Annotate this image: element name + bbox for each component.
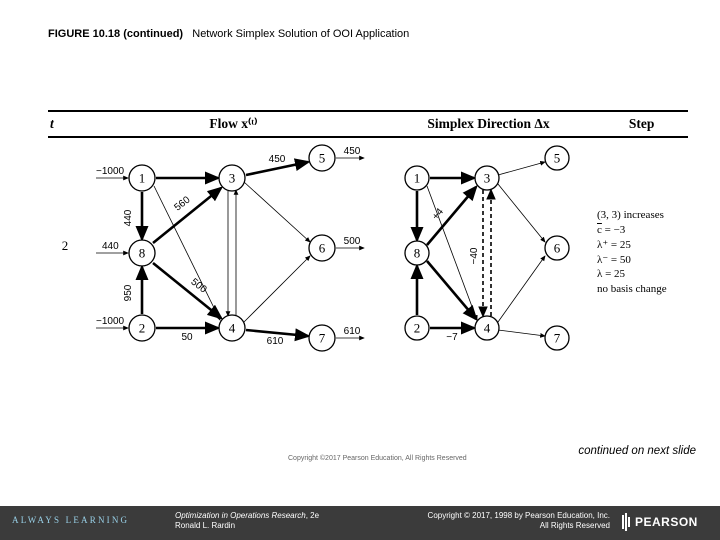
svg-text:−1000: −1000 <box>96 166 125 177</box>
col-t: t <box>48 112 85 137</box>
slide-footer: ALWAYS LEARNING Optimization in Operatio… <box>0 506 720 540</box>
svg-text:7: 7 <box>319 331 326 346</box>
step-lambda-minus: λ⁻ = 50 <box>597 253 688 268</box>
book-title: Optimization in Operations Research <box>175 511 306 520</box>
svg-text:3: 3 <box>229 171 236 186</box>
svg-text:610: 610 <box>344 326 361 337</box>
table-header-row: t Flow x⁽ᵗ⁾ Simplex Direction Δx Step <box>48 110 688 138</box>
step-nochange: no basis change <box>597 282 688 297</box>
svg-text:2: 2 <box>139 321 146 336</box>
figure-caption: Network Simplex Solution of OOI Applicat… <box>192 28 409 40</box>
svg-text:1: 1 <box>139 171 146 186</box>
book-credit: Optimization in Operations Research, 2e … <box>175 511 319 532</box>
svg-text:6: 6 <box>319 241 326 256</box>
svg-text:450: 450 <box>269 154 286 165</box>
step-lambda-plus: λ⁺ = 25 <box>597 238 688 253</box>
logo-bar-icon <box>628 517 630 527</box>
svg-text:50: 50 <box>181 332 193 343</box>
svg-text:4: 4 <box>484 321 491 336</box>
book-author: Ronald L. Rardin <box>175 521 235 530</box>
svg-text:5: 5 <box>319 151 326 166</box>
svg-text:450: 450 <box>344 146 361 157</box>
svg-text:440: 440 <box>102 241 119 252</box>
logo-bar-icon <box>622 515 624 529</box>
svg-text:+4: +4 <box>430 206 446 222</box>
continued-note: continued on next slide <box>578 445 696 457</box>
svg-text:5: 5 <box>554 151 561 166</box>
always-learning-tagline: ALWAYS LEARNING <box>12 515 129 525</box>
figure-content: t Flow x⁽ᵗ⁾ Simplex Direction Δx Step 2 … <box>48 110 688 410</box>
flow-network-diagram: −1000 −1000 440 450 500 610 440 450 <box>82 138 382 358</box>
footer-copyright: Copyright © 2017, 1998 by Pearson Educat… <box>428 511 610 532</box>
svg-text:8: 8 <box>414 246 421 261</box>
svg-text:610: 610 <box>267 336 284 347</box>
svg-text:2: 2 <box>414 321 421 336</box>
svg-text:950: 950 <box>123 284 134 301</box>
svg-text:4: 4 <box>229 321 236 336</box>
step-lambda: λ = 25 <box>597 267 688 282</box>
figure-label: FIGURE 10.18 (continued) <box>48 28 183 40</box>
figure-inner-copyright: Copyright ©2017 Pearson Education, All R… <box>288 455 467 462</box>
logo-text: PEARSON <box>635 515 698 529</box>
cell-flow-graph: −1000 −1000 440 450 500 610 440 450 <box>82 138 382 358</box>
pearson-logo: PEARSON <box>622 511 708 533</box>
col-step: Step <box>595 112 688 137</box>
col-direction: Simplex Direction Δx <box>382 112 596 137</box>
direction-network-diagram: −40 +4 −7 1 8 2 3 4 5 6 7 <box>382 138 597 358</box>
svg-text:440: 440 <box>123 209 134 226</box>
figure-title: FIGURE 10.18 (continued) Network Simplex… <box>48 28 409 40</box>
logo-bar-icon <box>625 513 627 531</box>
slide-page: FIGURE 10.18 (continued) Network Simplex… <box>0 0 720 540</box>
svg-text:3: 3 <box>484 171 491 186</box>
svg-text:−7: −7 <box>446 332 458 343</box>
t-value: 2 <box>48 238 82 254</box>
svg-text:560: 560 <box>172 194 192 213</box>
svg-text:−40: −40 <box>469 247 480 264</box>
cell-direction-graph: −40 +4 −7 1 8 2 3 4 5 6 7 <box>382 138 597 358</box>
cell-step-text: (3, 3) increases c = −3 λ⁺ = 25 λ⁻ = 50 … <box>597 138 688 358</box>
step-cbar: c = −3 <box>597 223 688 238</box>
svg-text:500: 500 <box>344 236 361 247</box>
table-body-row: 2 −1000 −1000 440 450 500 610 <box>48 138 688 358</box>
svg-text:1: 1 <box>414 171 421 186</box>
svg-text:8: 8 <box>139 246 146 261</box>
svg-text:6: 6 <box>554 241 561 256</box>
step-line1: (3, 3) increases <box>597 208 688 223</box>
svg-text:7: 7 <box>554 331 561 346</box>
col-flow: Flow x⁽ᵗ⁾ <box>85 112 382 137</box>
cell-t: 2 <box>48 138 82 358</box>
svg-text:−1000: −1000 <box>96 316 125 327</box>
